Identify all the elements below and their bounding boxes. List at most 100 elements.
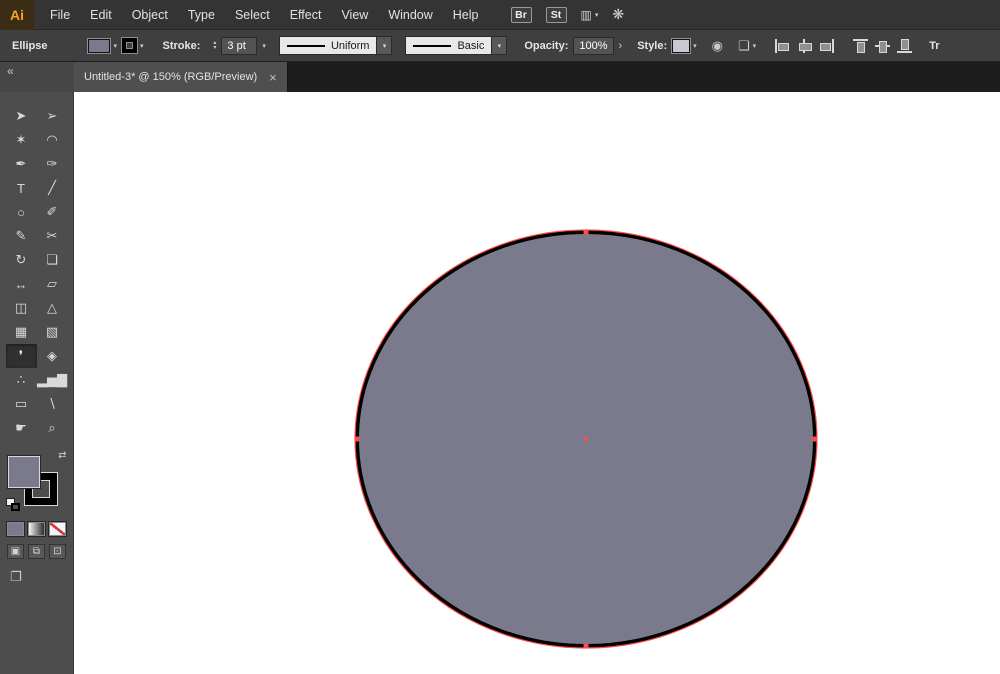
app-logo-icon: Ai [0,0,34,30]
width-profile-select[interactable]: Uniform ▾ [278,36,393,55]
document-tab[interactable]: Untitled-3* @ 150% (RGB/Preview) × [74,62,288,92]
color-type-buttons [7,522,73,536]
slice-tool[interactable]: ∖ [37,392,68,416]
stock-button[interactable]: St [545,6,567,23]
gradient-tool[interactable]: ▧ [37,320,68,344]
stroke-swatch-icon[interactable] [121,38,137,53]
zoom-tool[interactable]: ⌕ [37,416,68,440]
brush-definition-select[interactable]: Basic ▾ [405,36,508,55]
hand-tool[interactable]: ☛ [6,416,37,440]
stroke-color-dropdown[interactable]: ▾ [121,38,144,53]
rotate-tool[interactable]: ↻ [6,248,37,272]
align-tools [775,38,913,53]
align-vertical-bottom-icon[interactable] [897,38,913,53]
menu-object[interactable]: Object [122,0,178,30]
tool-icon: ◈ [47,348,57,363]
ellipse-tool[interactable]: ○ [6,200,37,224]
scissors-tool[interactable]: ✂ [37,224,68,248]
stroke-weight-chevron-icon[interactable]: ▾ [262,42,266,50]
tab-close-icon[interactable]: × [269,71,277,84]
direct-selection-tool[interactable]: ➢ [37,104,68,128]
recolor-artwork-icon[interactable]: ◉ [712,38,723,54]
menu-view[interactable]: View [331,0,378,30]
draw-inside-button[interactable]: ⊡ [49,544,66,559]
canvas-svg[interactable] [74,92,1000,674]
color-button[interactable] [7,522,24,536]
menu-file[interactable]: File [40,0,80,30]
canvas-area[interactable] [74,92,1000,674]
line-segment-tool[interactable]: ╱ [37,176,68,200]
tool-icon: ❜ [18,348,24,363]
anchor-point[interactable] [583,229,589,235]
stroke-weight-stepper[interactable]: ▴ ▾ [213,40,216,51]
anchor-point[interactable] [812,436,818,442]
width-profile-preview[interactable]: Uniform [278,36,378,55]
magic-wand-tool[interactable]: ✶ [6,128,37,152]
transform-label[interactable]: Tr [929,40,939,52]
style-swatch[interactable] [672,38,691,53]
fill-color-dropdown[interactable]: ▾ [88,38,117,53]
brush-definition-preview[interactable]: Basic [405,36,493,55]
scale-tool[interactable]: ❏ [37,248,68,272]
width-tool[interactable]: ↔ [6,272,37,296]
type-tool[interactable]: T [6,176,37,200]
width-profile-chevron-icon[interactable]: ▾ [377,36,393,55]
align-options-dropdown[interactable]: ❏ ▾ [728,38,756,54]
mesh-tool[interactable]: ▦ [6,320,37,344]
stroke-line-preview [286,44,325,47]
align-horizontal-left-icon[interactable] [775,38,790,53]
default-fill-stroke-icon[interactable] [5,498,22,512]
main-area: ➤ ➢ ✶ ◠ ✒ ✑ T ╱ ○ ✐ ✎ ✂ ↻ ❏ ↔ ▱ ◫ △ ▦ ▧ … [0,92,1000,674]
align-vertical-top-icon[interactable] [853,38,869,53]
align-horizontal-center-icon[interactable] [797,38,813,53]
menu-window[interactable]: Window [378,0,442,30]
arrange-documents-button[interactable]: ▥ ▾ [581,8,599,22]
pen-tool[interactable]: ✒ [6,152,37,176]
align-horizontal-right-icon[interactable] [819,38,835,53]
draw-normal-button[interactable]: ▣ [7,544,24,559]
tool-icon: ◠ [46,132,58,147]
sync-icon[interactable]: ❋ [612,6,624,23]
shape-builder-tool[interactable]: ◫ [6,296,37,320]
column-graph-tool[interactable]: ▂▅▇ [37,368,68,392]
symbol-sprayer-tool[interactable]: ∴ [6,368,37,392]
perspective-grid-tool[interactable]: △ [37,296,68,320]
center-point[interactable] [584,437,588,441]
brush-definition-chevron-icon[interactable]: ▾ [492,36,508,55]
selection-tool[interactable]: ➤ [6,104,37,128]
tool-grid: ➤ ➢ ✶ ◠ ✒ ✑ T ╱ ○ ✐ ✎ ✂ ↻ ❏ ↔ ▱ ◫ △ ▦ ▧ … [0,92,73,440]
draw-behind-button[interactable]: ⧉ [28,544,45,559]
anchor-point[interactable] [354,436,360,442]
menu-select[interactable]: Select [225,0,280,30]
curvature-tool[interactable]: ✑ [37,152,68,176]
screen-mode-button[interactable]: ❐ [10,569,30,585]
align-vertical-center-icon[interactable] [875,39,891,53]
opacity-field[interactable]: 100% [573,36,614,55]
fill-proxy-swatch[interactable] [7,456,40,488]
menu-type[interactable]: Type [178,0,225,30]
lasso-tool[interactable]: ◠ [37,128,68,152]
style-dropdown[interactable]: ▾ [672,38,697,53]
none-button[interactable] [49,522,66,536]
tool-icon: ◫ [14,300,28,315]
free-transform-tool[interactable]: ▱ [37,272,68,296]
artboard-tool[interactable]: ▭ [6,392,37,416]
toolbar-collapse-button[interactable]: « [0,62,74,92]
bridge-button[interactable]: Br [510,6,532,23]
menu-effect[interactable]: Effect [280,0,332,30]
swap-fill-stroke-icon[interactable]: ⇄ [58,450,66,461]
menu-help[interactable]: Help [443,0,489,30]
anchor-point[interactable] [583,643,589,649]
blend-tool[interactable]: ◈ [37,344,68,368]
paintbrush-tool[interactable]: ✐ [37,200,68,224]
stepper-down-icon[interactable]: ▾ [213,45,216,51]
menu-edit[interactable]: Edit [80,0,122,30]
eyedropper-tool[interactable]: ❜ [5,344,37,368]
tool-icon: ☛ [15,420,27,435]
pencil-tool[interactable]: ✎ [6,224,37,248]
opacity-flyout-icon[interactable]: › [619,40,623,52]
tool-icon: ✎ [15,228,27,243]
fill-swatch[interactable] [88,38,111,53]
gradient-button[interactable] [28,522,45,536]
stroke-weight-field[interactable]: 3 pt [221,36,258,55]
